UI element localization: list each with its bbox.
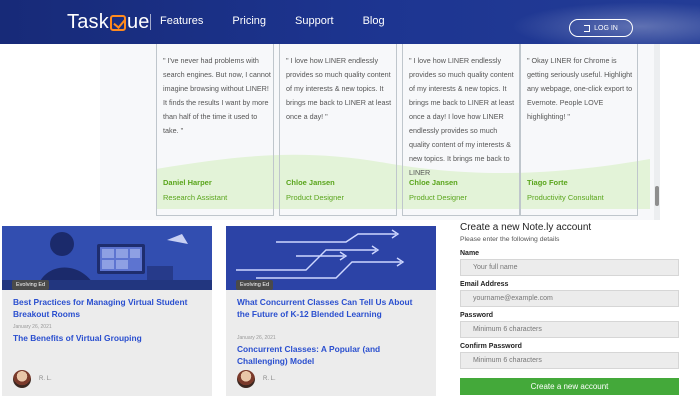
author-name: R. L. — [39, 376, 52, 382]
login-icon — [584, 24, 591, 32]
form-subtitle: Please enter the following details — [460, 236, 560, 243]
testimonial-name: Tiago Forte — [527, 178, 568, 187]
form-title: Create a new Note.ly account — [460, 222, 592, 233]
author-avatar — [237, 370, 255, 388]
article-card[interactable]: Evolving Ed What Concurrent Classes Can … — [226, 226, 436, 396]
category-badge[interactable]: Evolving Ed — [12, 280, 50, 290]
nav-menu: Features Pricing Support Blog — [160, 15, 414, 27]
testimonial-card: " Okay LINER for Chrome is getting serio… — [520, 44, 638, 216]
scrollbar-thumb[interactable] — [655, 186, 659, 206]
login-label: LOG IN — [594, 24, 618, 32]
testimonial-name: Chloe Jansen — [409, 178, 458, 187]
password-input[interactable]: Minimum 6 characters — [460, 321, 679, 338]
name-label: Name — [460, 250, 480, 257]
logo-text-part1: Task — [67, 10, 109, 33]
nav-item-blog[interactable]: Blog — [363, 15, 385, 27]
article-title-link[interactable]: Best Practices for Managing Virtual Stud… — [13, 297, 203, 320]
testimonial-quote: " I love how LINER endlessly provides so… — [409, 56, 515, 177]
testimonial-role: Product Designer — [409, 193, 467, 202]
article-subtitle-link[interactable]: The Benefits of Virtual Grouping — [13, 333, 203, 345]
testimonial-quote: " I love how LINER endlessly provides so… — [286, 56, 392, 121]
testimonial-quote: " I've never had problems with search en… — [163, 56, 271, 135]
author-name: R. L. — [263, 376, 276, 382]
category-badge[interactable]: Evolving Ed — [236, 280, 274, 290]
testimonial-card: " I've never had problems with search en… — [156, 44, 274, 216]
signup-form: Create a new Note.ly account Please ente… — [460, 222, 680, 243]
nav-item-pricing[interactable]: Pricing — [232, 15, 266, 27]
author-avatar — [13, 370, 31, 388]
email-label: Email Address — [460, 281, 509, 288]
logo-text-part2: ue — [126, 10, 150, 33]
login-button[interactable]: LOG IN — [569, 19, 633, 37]
testimonial-card: " I love how LINER endlessly provides so… — [402, 44, 520, 216]
confirm-password-input[interactable]: Minimum 6 characters — [460, 352, 679, 369]
testimonial-card: " I love how LINER endlessly provides so… — [279, 44, 397, 216]
confirm-password-label: Confirm Password — [460, 343, 522, 350]
password-label: Password — [460, 312, 494, 319]
nav-item-features[interactable]: Features — [160, 15, 203, 27]
name-input[interactable]: Your full name — [460, 259, 679, 276]
nav-item-support[interactable]: Support — [295, 15, 334, 27]
article-date: January 26, 2021 — [13, 324, 52, 330]
article-title-link[interactable]: What Concurrent Classes Can Tell Us Abou… — [237, 297, 427, 320]
testimonial-role: Productivity Consultant — [527, 193, 604, 202]
logo[interactable]: Task ue — [67, 11, 150, 33]
testimonial-name: Daniel Harper — [163, 178, 212, 187]
logo-divider — [150, 14, 151, 30]
testimonial-role: Product Designer — [286, 193, 344, 202]
testimonials-section: " I've never had problems with search en… — [100, 44, 660, 220]
article-subtitle-link[interactable]: Concurrent Classes: A Popular (and Chall… — [237, 344, 427, 367]
article-date: January 26, 2021 — [237, 335, 276, 341]
testimonial-role: Research Assistant — [163, 193, 228, 202]
create-account-button[interactable]: Create a new account — [460, 378, 679, 395]
logo-check-icon — [109, 15, 126, 31]
top-navbar: Task ue Features Pricing Support Blog LO… — [0, 0, 700, 44]
article-card[interactable]: Evolving Ed Best Practices for Managing … — [2, 226, 212, 396]
testimonial-quote: " Okay LINER for Chrome is getting serio… — [527, 56, 633, 121]
email-input[interactable]: yourname@example.com — [460, 290, 679, 307]
testimonial-name: Chloe Jansen — [286, 178, 335, 187]
